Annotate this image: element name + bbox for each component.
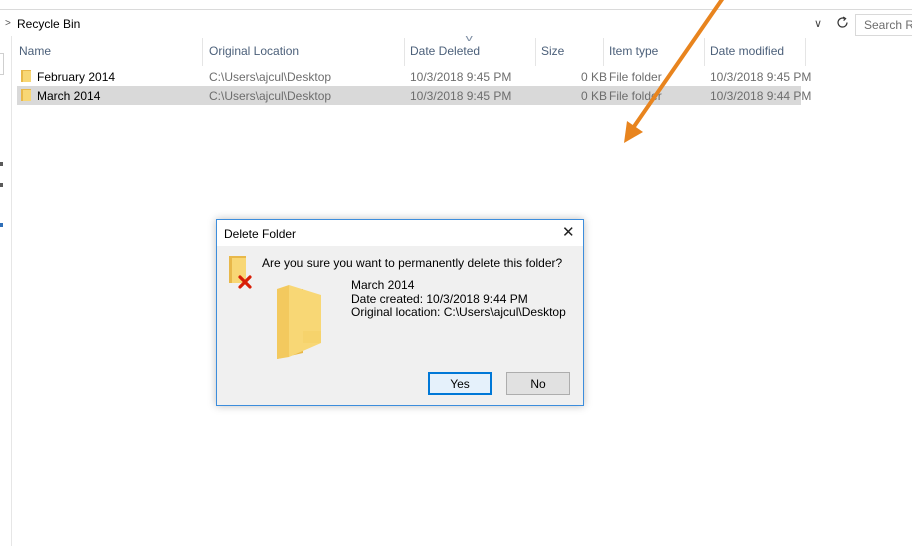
column-divider[interactable]	[805, 38, 806, 66]
column-header-item-type[interactable]: Item type	[609, 44, 658, 58]
no-button[interactable]: No	[506, 372, 570, 395]
file-name: February 2014	[37, 70, 116, 84]
breadcrumb-recycle-bin[interactable]: Recycle Bin	[17, 17, 80, 31]
file-date-modified: 10/3/2018 9:44 PM	[710, 89, 812, 103]
dialog-titlebar[interactable]: Delete Folder ✕	[217, 220, 583, 246]
address-bar[interactable]: > Recycle Bin ∨ Search Recy	[0, 14, 912, 36]
yes-button[interactable]: Yes	[428, 372, 492, 395]
dialog-title: Delete Folder	[224, 227, 297, 241]
file-row[interactable]: February 2014 C:\Users\ajcul\Desktop 10/…	[17, 67, 811, 86]
address-dropdown-icon[interactable]: ∨	[814, 17, 822, 30]
file-name: March 2014	[37, 89, 101, 103]
file-date-deleted: 10/3/2018 9:45 PM	[410, 89, 512, 103]
recycle-bin-window: > Recycle Bin ∨ Search Recy v Name Origi…	[0, 0, 912, 546]
file-item-type: File folder	[609, 89, 662, 103]
file-item-type: File folder	[609, 70, 662, 84]
file-original-location: C:\Users\ajcul\Desktop	[209, 89, 332, 103]
file-size: 0 KB	[581, 70, 608, 84]
folder-name-detail: March 2014	[351, 278, 415, 292]
sort-descending-icon: v	[465, 33, 473, 43]
column-header-name[interactable]: Name	[19, 44, 51, 58]
column-divider[interactable]	[603, 38, 604, 66]
folder-icon	[21, 70, 31, 82]
file-date-deleted: 10/3/2018 9:45 PM	[410, 70, 512, 84]
folder-icon	[21, 89, 31, 101]
search-placeholder: Search Recy	[864, 18, 912, 32]
search-input[interactable]: Search Recy	[855, 14, 912, 36]
file-size: 0 KB	[581, 89, 608, 103]
folder-details: March 2014 Date created: 10/3/2018 9:44 …	[351, 278, 566, 320]
original-location-detail: Original location: C:\Users\ajcul\Deskto…	[351, 305, 566, 319]
refresh-icon[interactable]	[836, 16, 850, 30]
file-row-selected[interactable]: March 2014 C:\Users\ajcul\Desktop 10/3/2…	[17, 86, 811, 105]
delete-folder-dialog: Delete Folder ✕ Are you sure you want to…	[216, 219, 584, 406]
nav-pane-marker	[0, 183, 3, 187]
delete-folder-icon	[229, 256, 252, 289]
close-icon[interactable]: ✕	[562, 223, 575, 241]
nav-pane-scrollbar[interactable]	[0, 53, 4, 75]
file-original-location: C:\Users\ajcul\Desktop	[209, 70, 332, 84]
nav-pane-marker	[0, 162, 3, 166]
navigation-pane-edge	[0, 36, 12, 546]
column-divider[interactable]	[404, 38, 405, 66]
breadcrumb-chevron-icon[interactable]: >	[5, 18, 11, 29]
ribbon-divider	[0, 9, 912, 10]
column-header-date-modified[interactable]: Date modified	[710, 44, 784, 58]
column-divider[interactable]	[202, 38, 203, 66]
nav-pane-marker	[0, 223, 3, 227]
column-header-date-deleted[interactable]: Date Deleted	[410, 44, 480, 58]
column-header-size[interactable]: Size	[541, 44, 564, 58]
column-header-original-location[interactable]: Original Location	[209, 44, 299, 58]
confirmation-question: Are you sure you want to permanently del…	[262, 256, 563, 270]
file-date-modified: 10/3/2018 9:45 PM	[710, 70, 812, 84]
date-created-detail: Date created: 10/3/2018 9:44 PM	[351, 291, 528, 306]
column-divider[interactable]	[535, 38, 536, 66]
large-folder-icon	[277, 285, 321, 359]
column-divider[interactable]	[704, 38, 705, 66]
